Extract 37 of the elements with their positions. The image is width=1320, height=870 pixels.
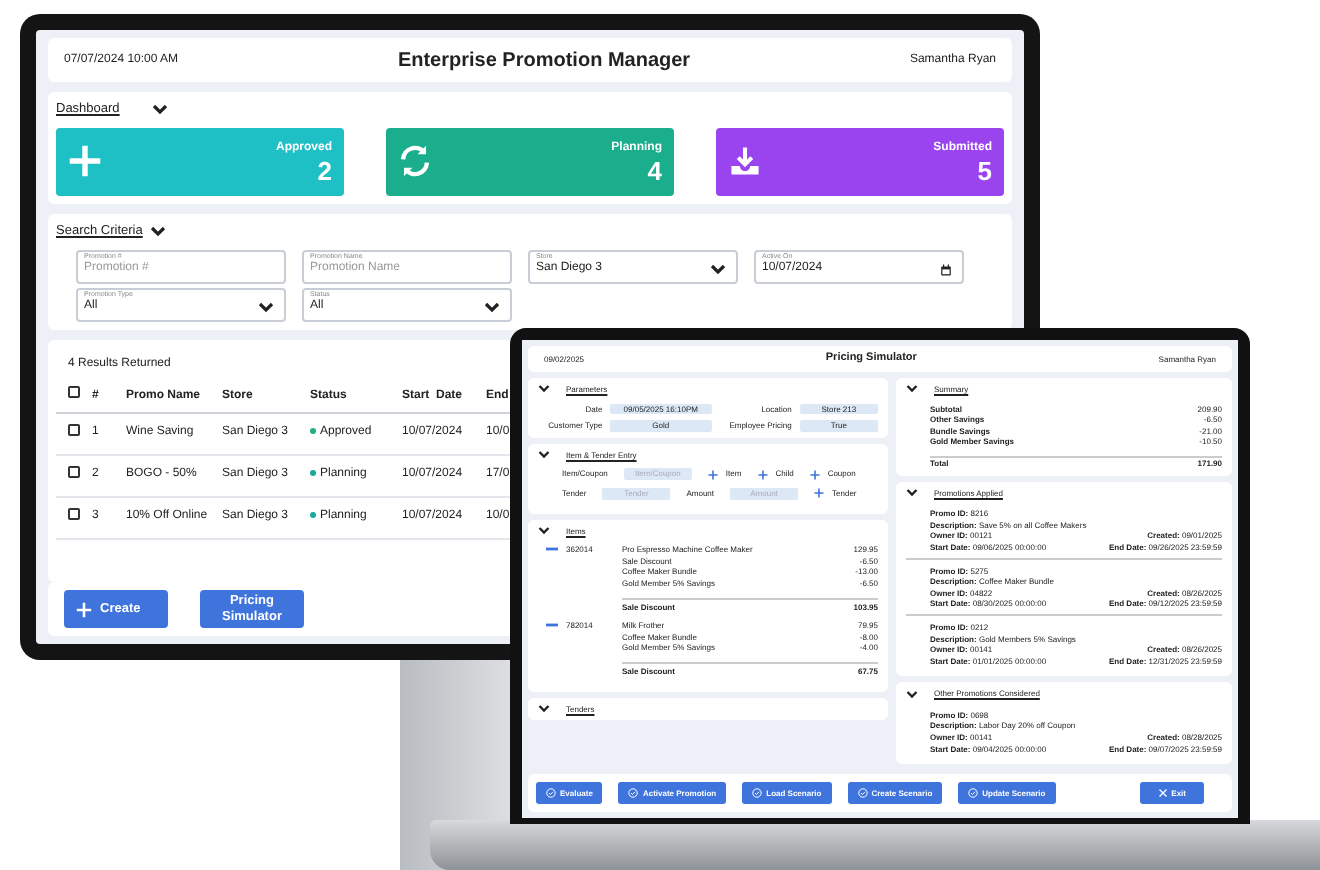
row-checkbox[interactable]	[68, 507, 80, 519]
refresh-icon	[398, 144, 432, 179]
minus-icon[interactable]	[546, 622, 558, 629]
chevron-icon[interactable]	[710, 263, 726, 275]
chevron-icon[interactable]	[538, 525, 550, 536]
check-circle-icon	[968, 788, 979, 798]
calendar-icon[interactable]	[940, 263, 952, 275]
chevron-icon[interactable]	[906, 384, 918, 395]
tile-count: 5	[975, 157, 992, 184]
app-title: Enterprise Promotion Manager	[397, 47, 691, 75]
check-circle-icon	[546, 788, 556, 798]
tile-count: 4	[645, 157, 662, 184]
chevron-icon[interactable]	[150, 225, 167, 238]
chevron-icon[interactable]	[906, 487, 918, 498]
plus-icon	[707, 469, 718, 480]
chevron-icon[interactable]	[538, 703, 550, 714]
minus-icon[interactable]	[546, 546, 558, 553]
check-circle-icon	[857, 788, 868, 798]
chevron-icon[interactable]	[151, 103, 168, 116]
download-tray-icon	[728, 144, 762, 179]
chevron-icon[interactable]	[484, 301, 500, 313]
plus-icon	[757, 469, 768, 480]
plus-icon	[809, 469, 820, 480]
chevron-icon[interactable]	[538, 450, 550, 461]
tile-count: 2	[315, 157, 332, 184]
check-circle-icon	[628, 788, 639, 798]
chevron-icon[interactable]	[906, 689, 918, 700]
chevron-icon[interactable]	[258, 301, 274, 313]
plus-icon	[814, 488, 825, 499]
chevron-icon[interactable]	[538, 384, 550, 395]
plus-icon	[68, 144, 102, 179]
row-checkbox[interactable]	[68, 465, 80, 477]
check-circle-icon	[752, 788, 763, 798]
row-checkbox[interactable]	[68, 423, 80, 435]
close-icon	[1157, 788, 1168, 798]
plus-icon	[76, 601, 92, 617]
header-checkbox[interactable]	[68, 386, 80, 398]
